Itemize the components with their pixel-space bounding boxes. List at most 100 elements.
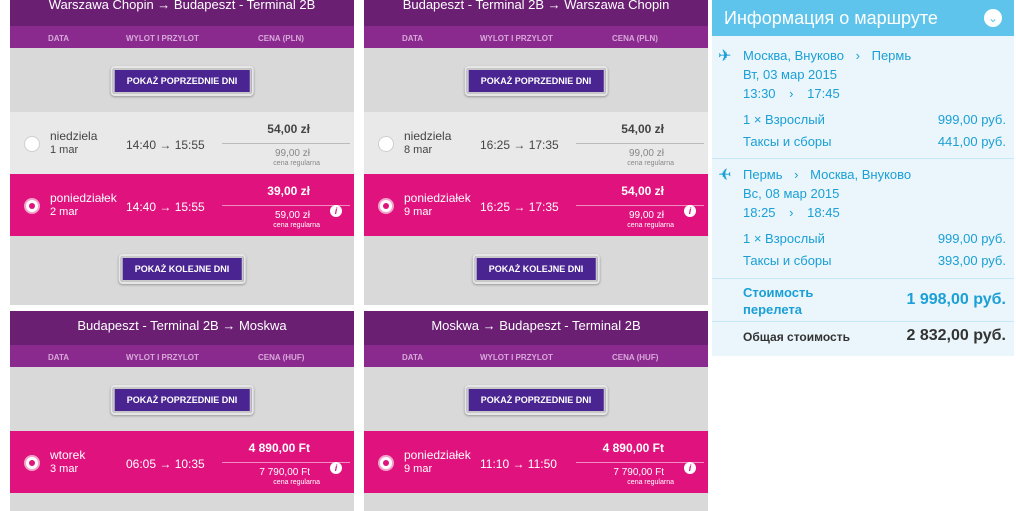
info-icon[interactable]: i [330,205,342,217]
taxes-price: 393,00 руб. [937,253,1006,268]
segment-from: Москва, Внуково [743,48,845,63]
row-regular-label: cena regularna [627,160,674,167]
chevron-right-icon: › [789,205,794,220]
next-days-wrap: POKAŻ KOLEJNE DNI [364,236,708,300]
segment-times: 13:30 › 17:45 [743,86,840,101]
row-day: poniedziałek [404,191,471,205]
card-title: Budapeszt - Terminal 2B → Moskwa [10,311,354,345]
segment-route: Москва, Внуково › Пермь [743,48,911,63]
radio-selected-icon[interactable] [378,455,394,471]
prev-days-wrap: POKAŻ POPRZEDNIE DNI [10,48,354,112]
info-icon[interactable]: i [684,462,696,474]
info-icon[interactable]: i [330,462,342,474]
row-price: 54,00 zł [621,122,664,136]
radio-unselected-icon[interactable] [378,136,394,152]
row-regular-price: 7 790,00 Ft [613,467,664,478]
price-divider [222,143,350,144]
radio-selected-icon[interactable] [24,455,40,471]
prev-days-wrap: POKAŻ POPRZEDNIE DNI [10,367,354,431]
show-previous-days-button[interactable]: POKAŻ POPRZEDNIE DNI [110,385,254,415]
flight-card-bud-waw: Budapeszt - Terminal 2B → Warszawa Chopi… [364,0,708,305]
passenger-price: 999,00 руб. [937,112,1006,127]
flight-cost-label: Стоимость перелета [743,285,814,317]
row-regular-label: cena regularna [273,479,320,486]
header-time: WYLOT I PRZYLOT [126,353,199,362]
column-headers: DATA WYLOT I PRZYLOT CENA (PLN) [10,26,354,48]
segment-return: ✈ Пермь › Москва, Внуково Вс, 08 мар 201… [712,165,1014,277]
radio-unselected-icon[interactable] [24,136,40,152]
header-date: DATA [48,34,70,43]
segment-arrival: 17:45 [807,86,840,101]
column-headers: DATA WYLOT I PRZYLOT CENA (PLN) [364,26,708,48]
row-regular-label: cena regularna [273,222,320,229]
segment-departure: 18:25 [743,205,776,220]
route-info-header[interactable]: Информация о маршруте ⌄ [712,0,1014,36]
flight-row[interactable]: niedziela 1 mar 14:40 → 15:55 54,00 zł 9… [10,112,354,174]
flight-row[interactable]: niedziela 8 mar 16:25 → 17:35 54,00 zł 9… [364,112,708,174]
row-price: 54,00 zł [267,122,310,136]
row-price: 4 890,00 Ft [602,441,664,455]
flight-card-waw-bud: Warszawa Chopin → Budapeszt - Terminal 2… [10,0,354,305]
total-cost-label: Общая стоимость [743,330,850,344]
passenger-label: 1 × Взрослый [743,112,825,127]
info-icon[interactable]: i [684,205,696,217]
passenger-price: 999,00 руб. [937,231,1006,246]
header-time: WYLOT I PRZYLOT [480,34,553,43]
flight-row-selected[interactable]: wtorek 3 mar 06:05 → 10:35 4 890,00 Ft 7… [10,431,354,493]
column-headers: DATA WYLOT I PRZYLOT CENA (HUF) [10,345,354,367]
segment-date: Вс, 08 мар 2015 [743,186,840,201]
prev-days-wrap: POKAŻ POPRZEDNIE DNI [364,48,708,112]
row-times: 11:10 → 11:50 [480,457,557,471]
row-price: 4 890,00 Ft [248,441,310,455]
row-times: 14:40 → 15:55 [126,200,205,214]
row-price: 54,00 zł [621,184,664,198]
plane-arrive-icon: ✈ [718,167,732,184]
radio-selected-icon[interactable] [378,198,394,214]
show-previous-days-button[interactable]: POKAŻ POPRZEDNIE DNI [464,385,608,415]
header-date: DATA [402,353,424,362]
prev-days-wrap: POKAŻ POPRZEDNIE DNI [364,367,708,431]
header-price: CENA (PLN) [258,34,304,43]
divider [712,278,1014,279]
route-info-panel: Информация о маршруте ⌄ ✈ Москва, Внуков… [712,0,1014,356]
flight-row-selected[interactable]: poniedziałek 9 mar 11:10 → 11:50 4 890,0… [364,431,708,493]
header-time: WYLOT I PRZYLOT [126,34,199,43]
row-times: 14:40 → 15:55 [126,138,205,152]
row-regular-price: 99,00 zł [274,148,310,159]
show-previous-days-button[interactable]: POKAŻ POPRZEDNIE DNI [464,66,608,96]
segment-outbound: ✈ Москва, Внуково › Пермь Вт, 03 мар 201… [712,46,1014,158]
row-day: poniedziałek [404,448,471,462]
segment-from: Пермь [743,167,783,182]
row-price: 39,00 zł [267,184,310,198]
chevron-right-icon: › [855,48,860,63]
flight-cost-value: 1 998,00 руб. [906,291,1006,308]
row-date: 2 mar [50,206,79,218]
segment-route: Пермь › Москва, Внуково [743,167,911,182]
row-date: 8 mar [404,144,433,156]
segment-arrival: 18:45 [807,205,840,220]
chevron-down-icon[interactable]: ⌄ [984,9,1002,27]
row-day: niedziela [404,129,452,143]
flight-row-selected[interactable]: poniedziałek 2 mar 14:40 → 15:55 39,00 z… [10,174,354,236]
segment-times: 18:25 › 18:45 [743,205,840,220]
row-date: 9 mar [404,463,433,475]
flight-row-selected[interactable]: poniedziałek 9 mar 16:25 → 17:35 54,00 z… [364,174,708,236]
taxes-label: Таксы и сборы [743,134,832,149]
row-times: 16:25 → 17:35 [480,138,559,152]
header-price: CENA (HUF) [258,353,305,362]
show-next-days-button[interactable]: POKAŻ KOLEJNE DNI [472,254,600,284]
header-time: WYLOT I PRZYLOT [480,353,553,362]
row-day: niedziela [50,129,98,143]
flight-card-mow-bud: Moskwa → Budapeszt - Terminal 2B DATA WY… [364,311,708,511]
flight-card-bud-mow: Budapeszt - Terminal 2B → Moskwa DATA WY… [10,311,354,511]
divider [712,321,1014,322]
radio-selected-icon[interactable] [24,198,40,214]
row-regular-label: cena regularna [273,160,320,167]
column-headers: DATA WYLOT I PRZYLOT CENA (HUF) [364,345,708,367]
plane-depart-icon: ✈ [718,48,732,65]
row-day: poniedziałek [50,191,117,205]
header-date: DATA [402,34,424,43]
row-regular-price: 59,00 zł [274,210,310,221]
show-previous-days-button[interactable]: POKAŻ POPRZEDNIE DNI [110,66,254,96]
show-next-days-button[interactable]: POKAŻ KOLEJNE DNI [118,254,246,284]
